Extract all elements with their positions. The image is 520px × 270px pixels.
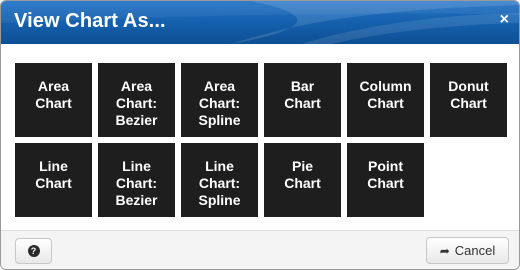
dialog-titlebar: View Chart As... × bbox=[1, 1, 519, 44]
tile-label-line: Spline bbox=[198, 192, 241, 208]
tile-label-line: Spline bbox=[198, 112, 241, 128]
tile-label-line: Chart bbox=[35, 175, 72, 191]
tile-label-line: Line bbox=[205, 158, 234, 174]
tile-label-line: Chart bbox=[284, 95, 321, 111]
tile-label-line: Donut bbox=[448, 78, 489, 94]
tile-label-line: Chart: bbox=[115, 95, 158, 111]
tile-label-line: Point bbox=[368, 158, 403, 174]
chart-type-tile-pie-chart[interactable]: Pie Chart bbox=[264, 143, 341, 217]
chart-type-tile-area-chart[interactable]: Area Chart bbox=[15, 63, 92, 137]
chart-type-tile-bar-chart[interactable]: Bar Chart bbox=[264, 63, 341, 137]
tile-label-line: Chart bbox=[450, 95, 487, 111]
chart-type-tile-column-chart[interactable]: Column Chart bbox=[347, 63, 424, 137]
chart-type-tile-line-chart-bezier[interactable]: Line Chart: Bezier bbox=[98, 143, 175, 217]
tile-label-line: Chart: bbox=[198, 95, 241, 111]
tile-label-line: Pie bbox=[291, 158, 313, 174]
cancel-button-label: Cancel bbox=[454, 243, 496, 258]
chart-type-tile-area-chart-spline[interactable]: Area Chart: Spline bbox=[181, 63, 258, 137]
question-circle-icon: ? bbox=[27, 245, 40, 257]
tile-label-line: Bar bbox=[290, 78, 315, 94]
tile-label-line: Area bbox=[203, 78, 236, 94]
tile-label-line: Bezier bbox=[115, 192, 158, 208]
tile-label-line: Area bbox=[120, 78, 153, 94]
chart-type-tile-area-chart-bezier[interactable]: Area Chart: Bezier bbox=[98, 63, 175, 137]
chart-type-tile-line-chart[interactable]: Line Chart bbox=[15, 143, 92, 217]
close-icon[interactable]: × bbox=[500, 12, 509, 28]
tile-label-line: Column bbox=[359, 78, 412, 94]
tile-label-line: Chart: bbox=[198, 175, 241, 191]
tile-label-line: Chart: bbox=[115, 175, 158, 191]
tile-label-line: Bezier bbox=[115, 112, 158, 128]
chart-type-tile-point-chart[interactable]: Point Chart bbox=[347, 143, 424, 217]
share-arrow-icon: ➦ bbox=[439, 243, 450, 258]
tile-label-line: Chart bbox=[284, 175, 321, 191]
help-button[interactable]: ? bbox=[15, 238, 52, 264]
chart-type-tile-donut-chart[interactable]: Donut Chart bbox=[430, 63, 507, 137]
dialog-footer: ? ➦ Cancel bbox=[1, 230, 519, 269]
view-chart-as-dialog: View Chart As... × Area Chart Area Chart: Be… bbox=[0, 0, 520, 270]
chart-type-grid: Area Chart Area Chart: Bezier Area Chart: Splin… bbox=[15, 63, 511, 217]
tile-label-line: Line bbox=[122, 158, 151, 174]
tile-label-line: Area bbox=[37, 78, 70, 94]
tile-label-line: Line bbox=[39, 158, 68, 174]
cancel-button[interactable]: ➦ Cancel bbox=[426, 237, 509, 264]
chart-type-tile-line-chart-spline[interactable]: Line Chart: Spline bbox=[181, 143, 258, 217]
tile-label-line: Chart bbox=[35, 95, 72, 111]
tile-label-line: Chart bbox=[367, 95, 404, 111]
dialog-title: View Chart As... bbox=[14, 10, 166, 32]
tile-label-line: Chart bbox=[367, 175, 404, 191]
